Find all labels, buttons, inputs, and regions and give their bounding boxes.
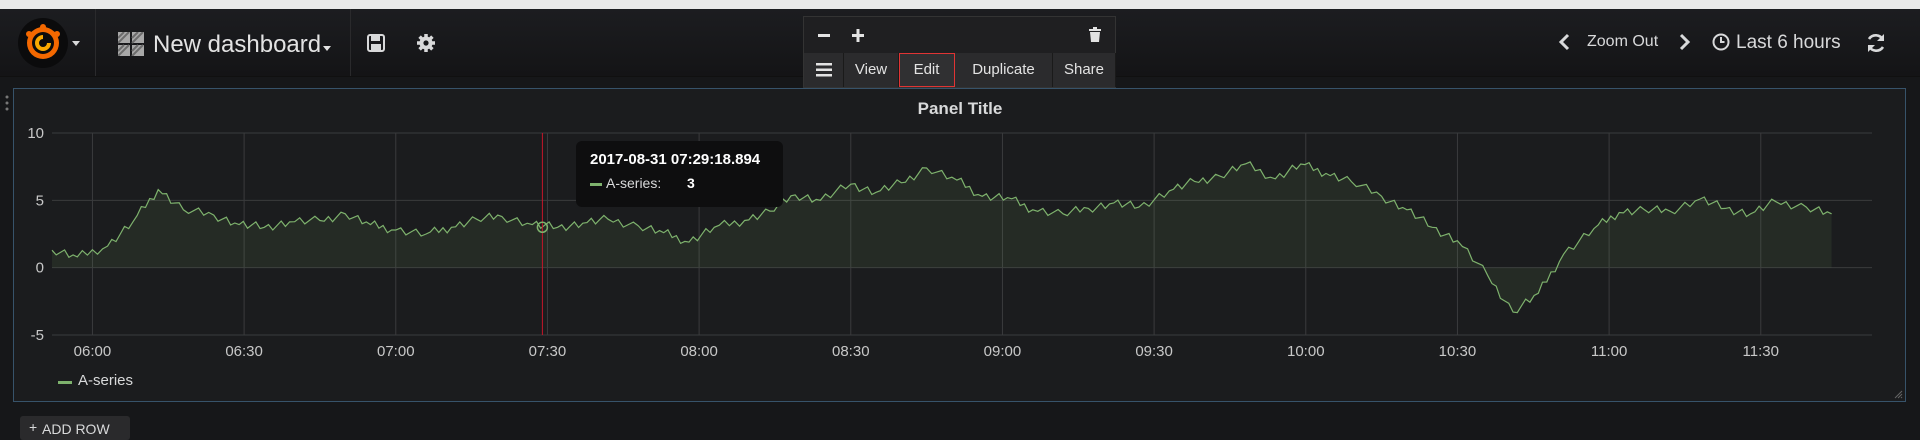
panel-menu-toolbar — [804, 17, 1115, 53]
tooltip-series-name: A-series: — [606, 175, 661, 191]
panel-share-button[interactable]: Share — [1053, 53, 1116, 87]
tooltip-time: 2017-08-31 07:29:18.894 — [590, 151, 769, 168]
panel-menu-hamburger-button[interactable] — [804, 53, 844, 87]
increase-width-icon[interactable] — [848, 25, 868, 45]
y-tick-label: -5 — [31, 327, 44, 344]
panel-duplicate-button[interactable]: Duplicate — [955, 53, 1053, 87]
plus-icon: + — [29, 419, 37, 435]
hamburger-icon — [816, 63, 832, 77]
decrease-width-icon[interactable] — [814, 25, 834, 45]
graph-tooltip: 2017-08-31 07:29:18.894 A-series: 3 — [576, 141, 783, 207]
panel-resize-handle-icon[interactable] — [1893, 389, 1903, 399]
x-tick-label: 08:00 — [680, 343, 718, 360]
series-area — [52, 162, 1832, 313]
y-tick-label: 10 — [27, 125, 44, 142]
x-tick-label: 07:00 — [377, 343, 415, 360]
legend-series-swatch[interactable] — [58, 381, 72, 384]
add-row-label: ADD ROW — [42, 421, 110, 437]
trash-icon[interactable] — [1085, 25, 1105, 45]
x-tick-label: 08:30 — [832, 343, 870, 360]
x-tick-label: 09:30 — [1135, 343, 1173, 360]
y-tick-label: 5 — [36, 192, 44, 209]
panel-menu: View Edit Duplicate Share — [803, 16, 1116, 88]
x-tick-label: 06:30 — [225, 343, 263, 360]
legend-series-label[interactable]: A-series — [78, 372, 133, 389]
x-tick-label: 10:00 — [1287, 343, 1325, 360]
x-tick-label: 09:00 — [984, 343, 1022, 360]
x-tick-label: 10:30 — [1439, 343, 1477, 360]
x-tick-label: 06:00 — [74, 343, 112, 360]
x-tick-label: 07:30 — [529, 343, 567, 360]
add-row-button[interactable]: + ADD ROW — [20, 416, 130, 440]
panel-menu-actions: View Edit Duplicate Share — [804, 53, 1115, 88]
x-tick-label: 11:30 — [1743, 343, 1779, 360]
y-tick-label: 0 — [36, 260, 44, 277]
tooltip-series-value: 3 — [687, 175, 695, 191]
tooltip-series-row: A-series: 3 — [590, 175, 769, 193]
tooltip-series-swatch — [590, 183, 602, 186]
panel-edit-button[interactable]: Edit — [899, 53, 955, 87]
panel-view-button[interactable]: View — [844, 53, 899, 87]
x-tick-label: 11:00 — [1591, 343, 1627, 360]
